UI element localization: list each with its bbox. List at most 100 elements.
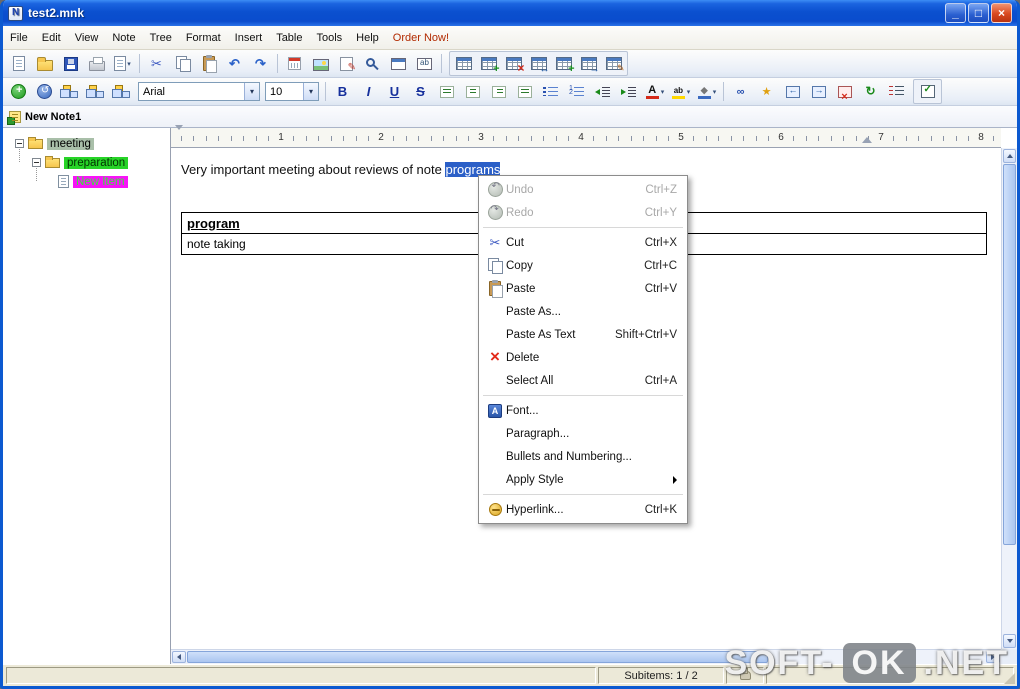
open-button[interactable] bbox=[32, 52, 57, 75]
numbering-button[interactable] bbox=[564, 80, 589, 103]
align-left-button[interactable] bbox=[434, 80, 459, 103]
underline-button[interactable] bbox=[382, 80, 407, 103]
fill-color-button[interactable] bbox=[694, 80, 719, 103]
refresh-button[interactable] bbox=[858, 80, 883, 103]
vertical-scrollbar[interactable] bbox=[1001, 148, 1017, 649]
fill-dropdown-arrow-icon[interactable] bbox=[713, 88, 717, 96]
move-node-left-button[interactable] bbox=[780, 80, 805, 103]
font-size-select[interactable]: 10 bbox=[265, 82, 319, 101]
collapse-expander-icon[interactable] bbox=[32, 158, 41, 167]
tree-item-label[interactable]: meeting bbox=[47, 137, 94, 150]
context-menu-item-apply-style[interactable]: Apply Style bbox=[481, 468, 685, 491]
move-node-right-button[interactable] bbox=[806, 80, 831, 103]
context-menu-item-select-all[interactable]: Select All Ctrl+A bbox=[481, 369, 685, 392]
scroll-up-button[interactable] bbox=[1003, 149, 1016, 163]
note-tab-label[interactable]: New Note1 bbox=[25, 111, 81, 123]
context-menu-item-delete[interactable]: Delete bbox=[481, 346, 685, 369]
bold-button[interactable] bbox=[330, 80, 355, 103]
find-button[interactable] bbox=[360, 52, 385, 75]
align-justify-button[interactable] bbox=[512, 80, 537, 103]
horizontal-scroll-thumb[interactable] bbox=[187, 651, 768, 663]
new-note-button[interactable] bbox=[6, 80, 31, 103]
context-menu-item-cut[interactable]: Cut Ctrl+X bbox=[481, 231, 685, 254]
indent-button[interactable] bbox=[616, 80, 641, 103]
vertical-scroll-thumb[interactable] bbox=[1003, 164, 1016, 545]
highlight-dropdown-arrow-icon[interactable] bbox=[687, 88, 691, 96]
context-menu-item-bullets-numbering[interactable]: Bullets and Numbering... bbox=[481, 445, 685, 468]
new-button[interactable] bbox=[6, 52, 31, 75]
menu-edit[interactable]: Edit bbox=[35, 29, 68, 47]
indent-marker[interactable] bbox=[175, 125, 191, 152]
minimize-button[interactable]: _ bbox=[945, 3, 966, 23]
font-name-select[interactable]: Arial bbox=[138, 82, 260, 101]
highlight-button[interactable] bbox=[668, 80, 693, 103]
context-menu-item-paragraph[interactable]: Paragraph... bbox=[481, 422, 685, 445]
dropdown-arrow-icon[interactable] bbox=[303, 83, 318, 100]
bullets-button[interactable] bbox=[538, 80, 563, 103]
context-menu-item-copy[interactable]: Copy Ctrl+C bbox=[481, 254, 685, 277]
insert-field-button[interactable] bbox=[412, 52, 437, 75]
save-button[interactable] bbox=[58, 52, 83, 75]
insert-object-button[interactable] bbox=[334, 52, 359, 75]
menu-view[interactable]: View bbox=[68, 29, 106, 47]
menu-format[interactable]: Format bbox=[179, 29, 228, 47]
menu-note[interactable]: Note bbox=[105, 29, 142, 47]
strikethrough-button[interactable] bbox=[408, 80, 433, 103]
menu-file[interactable]: File bbox=[3, 29, 35, 47]
context-menu-item-hyperlink[interactable]: Hyperlink... Ctrl+K bbox=[481, 498, 685, 521]
insert-date-button[interactable] bbox=[282, 52, 307, 75]
export-button[interactable] bbox=[110, 52, 135, 75]
merge-cells-button[interactable] bbox=[576, 52, 601, 75]
new-child-note-button[interactable] bbox=[754, 80, 779, 103]
font-color-button[interactable] bbox=[642, 80, 667, 103]
show-panels-button[interactable] bbox=[386, 52, 411, 75]
tree-layout-1-button[interactable] bbox=[58, 80, 83, 103]
tree-item-meeting[interactable]: meeting bbox=[3, 134, 170, 153]
outdent-button[interactable] bbox=[590, 80, 615, 103]
export-dropdown-arrow-icon[interactable] bbox=[127, 60, 131, 68]
tree-item-label[interactable]: New Item bbox=[73, 175, 128, 188]
menu-tools[interactable]: Tools bbox=[309, 29, 349, 47]
tree-layout-3-button[interactable] bbox=[110, 80, 135, 103]
tree-item-preparation[interactable]: preparation bbox=[3, 153, 170, 172]
paste-button[interactable] bbox=[196, 52, 221, 75]
menu-table[interactable]: Table bbox=[269, 29, 309, 47]
menu-help[interactable]: Help bbox=[349, 29, 386, 47]
menu-insert[interactable]: Insert bbox=[228, 29, 270, 47]
delete-note-button[interactable] bbox=[832, 80, 857, 103]
copy-button[interactable] bbox=[170, 52, 195, 75]
redo-button[interactable] bbox=[248, 52, 273, 75]
collapse-expander-icon[interactable] bbox=[15, 139, 24, 148]
undo-button[interactable] bbox=[222, 52, 247, 75]
insert-column-button[interactable] bbox=[551, 52, 576, 75]
cut-button[interactable] bbox=[144, 52, 169, 75]
menu-order-now[interactable]: Order Now! bbox=[386, 29, 456, 47]
font-color-dropdown-arrow-icon[interactable] bbox=[661, 88, 665, 96]
tree-item-new-item[interactable]: New Item bbox=[3, 172, 170, 191]
tree-item-label[interactable]: preparation bbox=[64, 156, 129, 169]
context-menu-item-paste[interactable]: Paste Ctrl+V bbox=[481, 277, 685, 300]
insert-table-button[interactable] bbox=[451, 52, 476, 75]
scroll-left-button[interactable] bbox=[172, 651, 186, 663]
dropdown-arrow-icon[interactable] bbox=[244, 83, 259, 100]
table-properties-button[interactable] bbox=[601, 52, 626, 75]
checklist-button[interactable] bbox=[915, 80, 940, 103]
insert-link-button[interactable] bbox=[728, 80, 753, 103]
align-right-button[interactable] bbox=[486, 80, 511, 103]
insert-row-button[interactable] bbox=[476, 52, 501, 75]
styles-list-button[interactable] bbox=[884, 80, 909, 103]
close-button[interactable]: × bbox=[991, 3, 1012, 23]
print-button[interactable] bbox=[84, 52, 109, 75]
context-menu-item-paste-as-text[interactable]: Paste As Text Shift+Ctrl+V bbox=[481, 323, 685, 346]
delete-row-button[interactable] bbox=[501, 52, 526, 75]
insert-picture-button[interactable] bbox=[308, 52, 333, 75]
maximize-button[interactable]: □ bbox=[968, 3, 989, 23]
italic-button[interactable] bbox=[356, 80, 381, 103]
context-menu-item-font[interactable]: Font... bbox=[481, 399, 685, 422]
split-cells-button[interactable] bbox=[526, 52, 551, 75]
context-menu-item-paste-as[interactable]: Paste As... bbox=[481, 300, 685, 323]
menu-tree[interactable]: Tree bbox=[143, 29, 179, 47]
tree-layout-2-button[interactable] bbox=[84, 80, 109, 103]
align-center-button[interactable] bbox=[460, 80, 485, 103]
right-indent-marker[interactable] bbox=[862, 137, 872, 143]
